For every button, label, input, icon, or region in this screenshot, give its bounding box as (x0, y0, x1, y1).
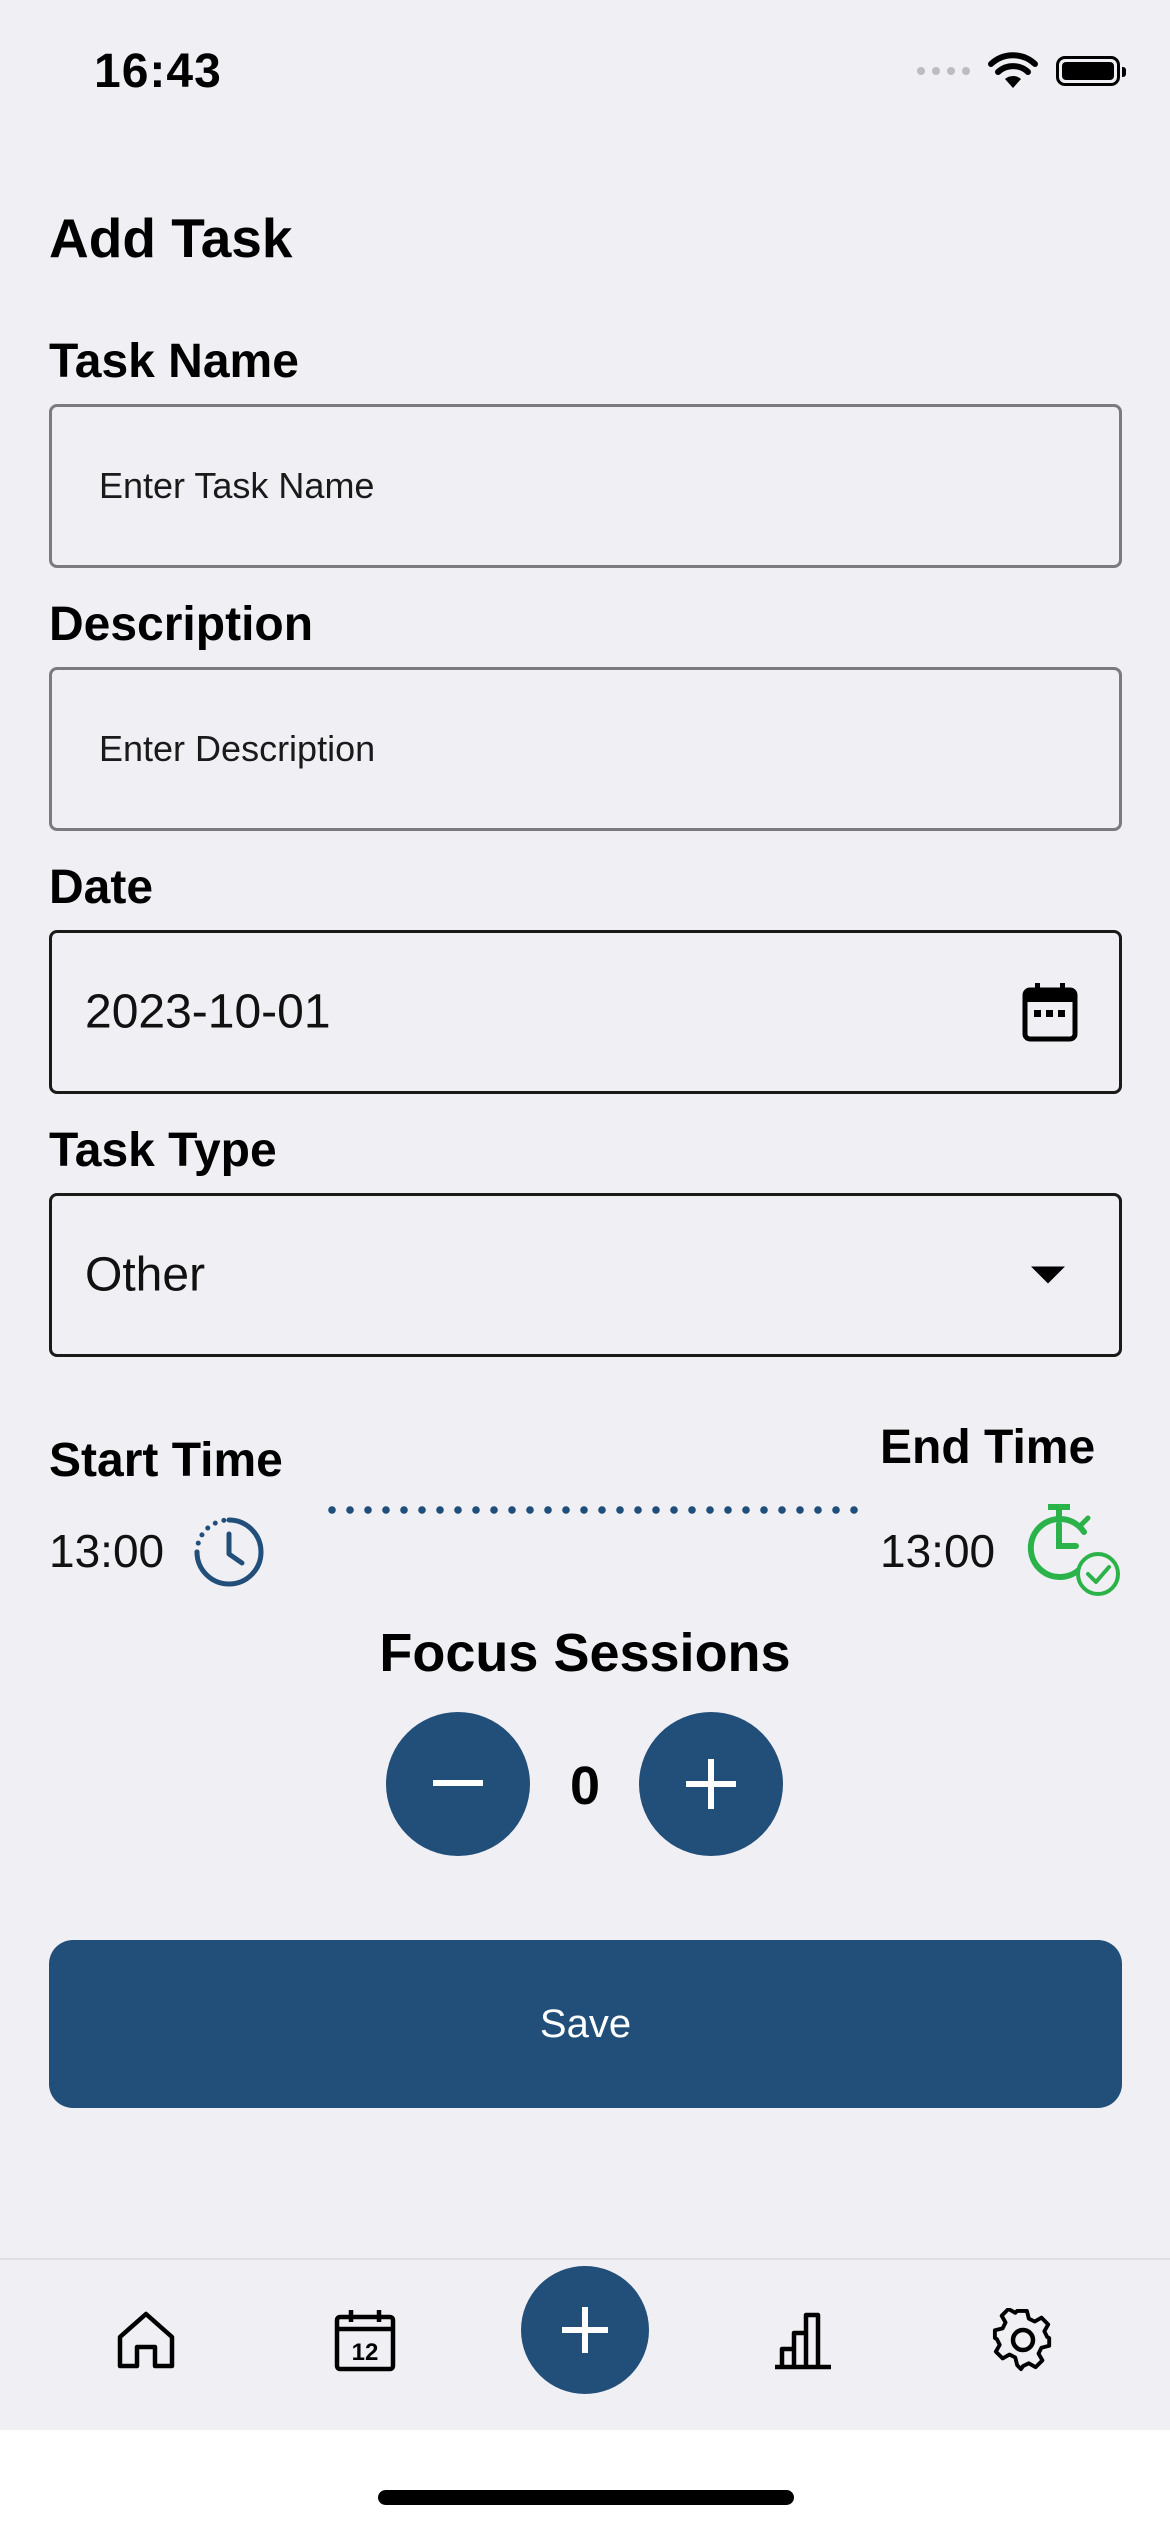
svg-text:12: 12 (352, 2339, 379, 2366)
page-title: Add Task (49, 207, 293, 269)
date-label: Date (49, 861, 154, 914)
home-indicator[interactable] (378, 2490, 794, 2505)
stopwatch-check-icon[interactable] (1026, 1502, 1122, 1598)
end-time-value[interactable]: 13:00 (880, 1524, 995, 1578)
stats-icon (775, 2312, 831, 2370)
description-input[interactable]: Enter Description (49, 667, 1122, 831)
plus-icon (562, 2307, 608, 2353)
calendar-picker-icon[interactable] (1021, 981, 1079, 1043)
task-type-value: Other (85, 1248, 206, 1302)
home-icon (117, 2311, 175, 2369)
plus-icon (686, 1759, 736, 1809)
status-icons (917, 52, 1126, 90)
task-name-label: Task Name (49, 335, 299, 388)
home-indicator-area (0, 2430, 1170, 2532)
start-time-value[interactable]: 13:00 (49, 1524, 164, 1578)
focus-sessions-title: Focus Sessions (379, 1623, 791, 1683)
signal-icon (917, 67, 970, 75)
time-range-connector (323, 1506, 863, 1514)
tab-home[interactable] (106, 2300, 186, 2380)
task-type-select[interactable]: Other (49, 1193, 1122, 1357)
increment-button[interactable] (639, 1712, 783, 1856)
task-type-label: Task Type (49, 1124, 277, 1177)
settings-icon (992, 2308, 1052, 2372)
tab-settings[interactable] (983, 2300, 1063, 2380)
date-value: 2023-10-01 (85, 985, 331, 1039)
status-time: 16:43 (94, 45, 222, 98)
description-placeholder: Enter Description (99, 728, 376, 769)
battery-icon (1056, 56, 1126, 86)
wifi-icon (988, 52, 1038, 88)
task-name-input[interactable]: Enter Task Name (49, 404, 1122, 568)
date-field[interactable]: 2023-10-01 (49, 930, 1122, 1094)
tab-calendar[interactable]: 12 (325, 2300, 405, 2380)
description-label: Description (49, 598, 314, 651)
start-time-label: Start Time (49, 1434, 283, 1487)
focus-sessions-count: 0 (569, 1756, 601, 1816)
tab-statistics[interactable] (763, 2300, 843, 2380)
decrement-button[interactable] (386, 1712, 530, 1856)
chevron-down-icon (1031, 1266, 1065, 1284)
add-task-fab[interactable] (521, 2266, 649, 2394)
minus-icon (433, 1780, 483, 1786)
calendar-icon: 12 (334, 2310, 396, 2372)
task-name-placeholder: Enter Task Name (99, 465, 375, 506)
end-time-label: End Time (880, 1421, 1096, 1474)
save-button[interactable]: Save (49, 1940, 1122, 2108)
clock-icon[interactable] (194, 1517, 264, 1587)
